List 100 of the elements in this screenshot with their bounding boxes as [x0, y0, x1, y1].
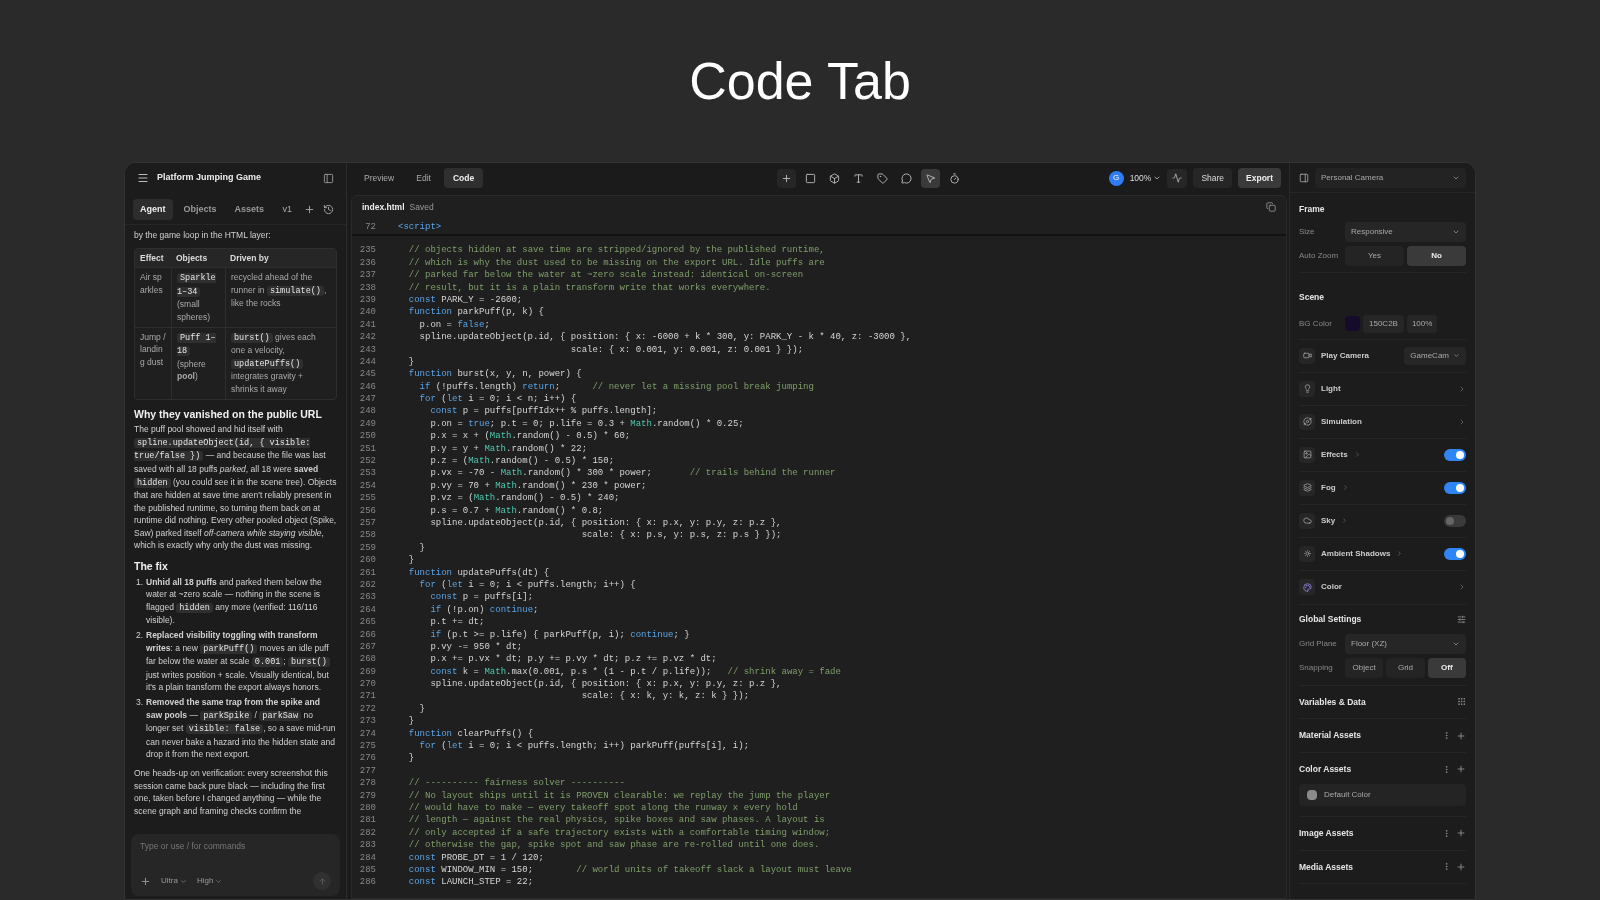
- share-button[interactable]: Share: [1193, 167, 1233, 189]
- chevron-icon[interactable]: [1458, 417, 1466, 426]
- line-number: 258: [358, 529, 377, 542]
- grip-icon[interactable]: [1457, 697, 1466, 707]
- asset-label: Default Color: [1324, 788, 1371, 801]
- plus-icon[interactable]: [1456, 730, 1466, 741]
- panel-icon[interactable]: [1299, 172, 1309, 183]
- camera-dropdown[interactable]: GameCam: [1404, 346, 1466, 365]
- segment-option[interactable]: Object: [1345, 657, 1384, 678]
- line-number: 265: [358, 616, 377, 629]
- code-line: spline.updateObject(p.id, { position: { x: p.x, y: p.y, z: p.z },: [429, 678, 782, 691]
- hex-field[interactable]: 150C2B: [1363, 314, 1404, 333]
- line-number: 279: [358, 789, 377, 802]
- file-name: index.html: [362, 200, 405, 214]
- history-icon[interactable]: [323, 204, 334, 215]
- plus-icon[interactable]: [777, 168, 797, 188]
- code-line: spline.updateObject(p.id, { position: { x: -6000 + k * 300, y: PARK_Y - k * 40, z: -3000 },: [418, 331, 912, 344]
- panel-tab[interactable]: Agent: [133, 198, 173, 221]
- sliders-icon[interactable]: [1457, 614, 1466, 624]
- table-cell: recycled ahead of the runner in simulate() , like the rocks: [225, 268, 336, 327]
- code-line: p.t += dt;: [429, 616, 485, 629]
- option-dropdown[interactable]: High: [196, 875, 223, 887]
- cloud-icon: [1299, 512, 1315, 529]
- copy-icon[interactable]: [1266, 202, 1276, 212]
- chevron-icon[interactable]: [1458, 384, 1466, 393]
- pointer-icon[interactable]: [921, 168, 941, 188]
- code-line: const WINDOW_MIN = 150; // world units of takeoff slack a layout must leave: [407, 863, 852, 877]
- section-heading: Why they vanished on the public URL: [134, 407, 323, 421]
- code-line: const p = puffs[i];: [429, 591, 534, 604]
- view-tab[interactable]: Edit: [407, 167, 440, 189]
- view-tab[interactable]: Code: [443, 167, 484, 189]
- field-label: Snapping: [1299, 661, 1334, 674]
- plus-icon[interactable]: [140, 875, 151, 887]
- toggle-switch[interactable]: [1444, 448, 1466, 461]
- line-number: 278: [358, 777, 377, 790]
- line-number: 235: [358, 244, 377, 257]
- version-label[interactable]: v1: [282, 202, 292, 217]
- user-avatar[interactable]: G: [1108, 170, 1124, 186]
- line-number: 259: [358, 541, 377, 555]
- camera-icon: [1299, 347, 1315, 364]
- toggle-switch[interactable]: [1444, 514, 1466, 527]
- option-dropdown[interactable]: Ultra: [161, 875, 187, 887]
- segment-option[interactable]: Grid: [1386, 657, 1425, 678]
- opacity-field[interactable]: 100%: [1406, 314, 1438, 333]
- line-number: 286: [358, 876, 377, 889]
- segment-option[interactable]: Yes: [1345, 245, 1404, 266]
- line-number: 264: [358, 603, 377, 617]
- line-number: 247: [358, 393, 377, 406]
- setting-label: Light: [1321, 382, 1341, 395]
- code-line: // only accepted if a safe trajectory exists with a comfortable timing window;: [407, 826, 831, 840]
- line-number: 252: [358, 455, 377, 468]
- code-line: function burst(x, y, n, power) {: [407, 368, 582, 381]
- code-line: if (!puffs.length) return; // never let a missing pool break jumping: [418, 380, 814, 394]
- plus-icon[interactable]: [1456, 828, 1466, 839]
- layers-icon: [1299, 479, 1315, 496]
- activity-button[interactable]: [1167, 168, 1188, 188]
- plus-icon[interactable]: [1456, 764, 1466, 775]
- more-icon[interactable]: [1442, 862, 1451, 872]
- chevron-icon[interactable]: [1458, 583, 1466, 592]
- export-button[interactable]: Export: [1238, 167, 1281, 189]
- plus-icon[interactable]: [1456, 861, 1466, 872]
- grid-dropdown[interactable]: Floor (XZ): [1345, 633, 1466, 654]
- field-label: BG Color: [1299, 317, 1333, 330]
- more-icon[interactable]: [1442, 731, 1451, 741]
- line-number: 251: [358, 442, 377, 456]
- prompt-field[interactable]: Type or use / for commands: [140, 840, 331, 853]
- segment-option[interactable]: Off: [1427, 657, 1466, 678]
- view-tab[interactable]: Preview: [355, 167, 404, 189]
- camera-dropdown[interactable]: Personal Camera: [1315, 167, 1466, 188]
- code-line: }: [418, 702, 425, 716]
- toggle-switch[interactable]: [1444, 547, 1466, 560]
- code-line: function parkPuff(p, k) {: [407, 306, 544, 319]
- list-item: Removed the same trap from the spike and saw pools — parkSpike / parkSaw no longer set visible: false , so a save mid-run can never bake a hazard into the hidden state and drop it from the next export.: [146, 696, 337, 761]
- color-asset[interactable]: Default Color: [1299, 783, 1466, 806]
- panel-icon[interactable]: [323, 172, 334, 184]
- line-number: 285: [358, 863, 377, 877]
- more-icon[interactable]: [1442, 828, 1451, 838]
- code-line: }: [407, 554, 415, 567]
- more-icon[interactable]: [1442, 764, 1451, 774]
- code-line: <script>: [397, 221, 442, 234]
- orbit-icon: [1299, 413, 1315, 430]
- toggle-switch[interactable]: [1444, 481, 1466, 494]
- panel-tab[interactable]: Assets: [227, 198, 272, 221]
- column-header: Effect: [139, 251, 165, 265]
- menu-icon[interactable]: [137, 172, 149, 184]
- line-number: 248: [358, 405, 377, 418]
- panel-tab[interactable]: Objects: [176, 198, 224, 221]
- chevron-down-icon: [179, 877, 187, 885]
- line-number: 240: [358, 306, 377, 319]
- list-number: 2.: [134, 629, 143, 643]
- table-cell: Puff 1–18 (sphere pool): [171, 327, 225, 399]
- segment-option[interactable]: No: [1407, 245, 1466, 266]
- setting-label: Fog: [1321, 481, 1336, 494]
- section-title: Color Assets: [1299, 763, 1353, 776]
- plus-icon[interactable]: [304, 204, 315, 215]
- image-icon: [1299, 446, 1315, 463]
- section-heading: The fix: [134, 560, 169, 573]
- line-number: 266: [358, 628, 377, 641]
- zoom-dropdown[interactable]: 100%: [1129, 171, 1162, 185]
- size-dropdown[interactable]: Responsive: [1345, 221, 1466, 242]
